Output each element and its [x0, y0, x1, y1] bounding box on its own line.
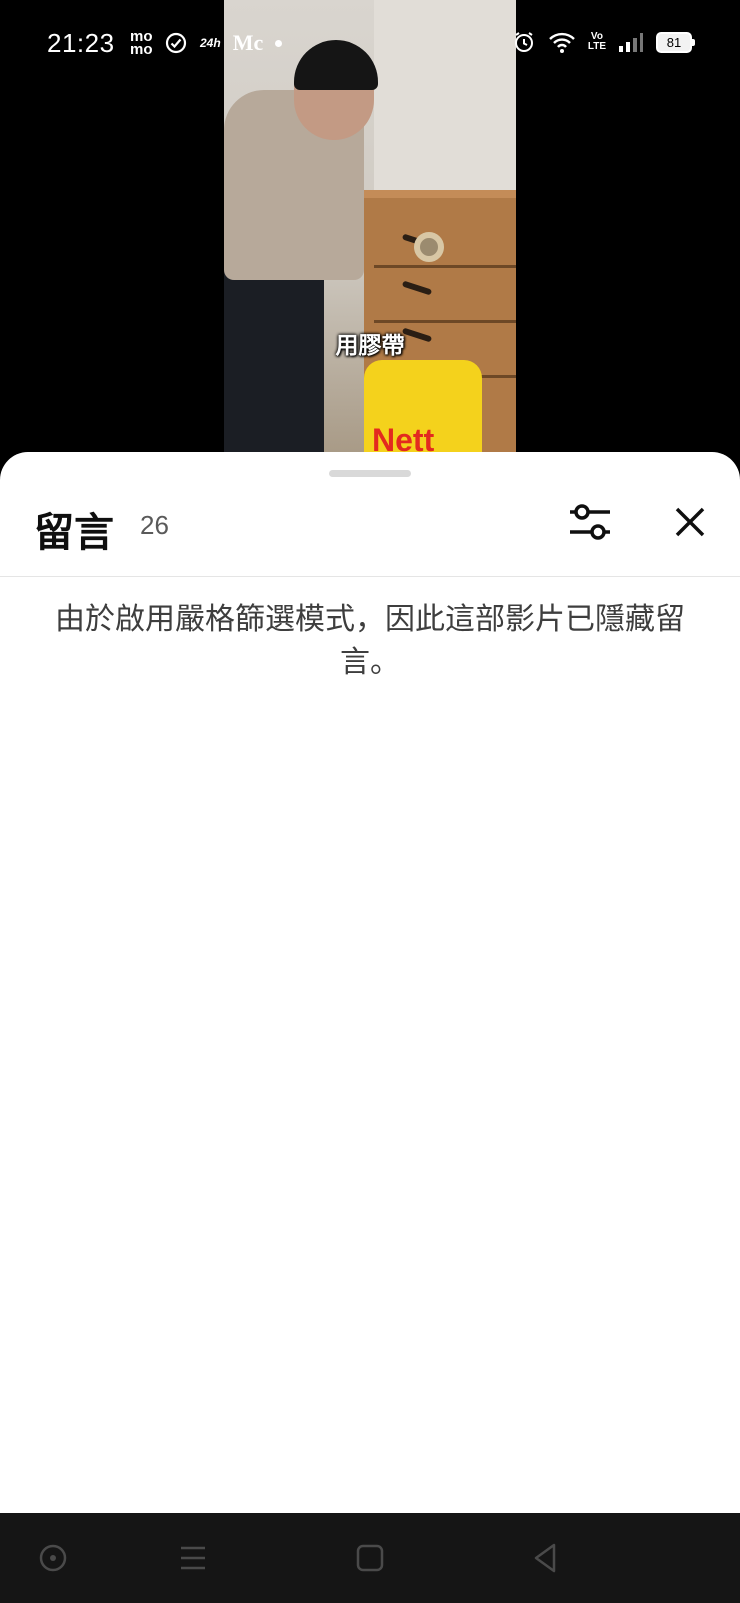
mc-app-icon: Mc: [232, 30, 264, 55]
sheet-title: 留言: [34, 510, 114, 556]
video-caption: 用膠帶: [335, 333, 405, 359]
notification-dot-icon: [275, 39, 283, 47]
sliders-icon: [570, 504, 610, 540]
video-drawer-line: [374, 265, 516, 268]
back-button[interactable]: [520, 1533, 570, 1583]
momo-app-icon: mo mo: [130, 28, 153, 58]
comments-sheet: 留言 26 由於啟用嚴格篩選模式，因此這部影片已隱藏留言。: [0, 452, 740, 1514]
assistant-icon: [39, 1544, 67, 1572]
battery-icon: 81: [656, 31, 695, 53]
close-icon: [675, 507, 705, 537]
status-time: 21:23: [47, 28, 115, 58]
recents-icon: [181, 1546, 205, 1570]
close-button[interactable]: [660, 492, 720, 552]
video-person-legs: [224, 270, 324, 455]
back-icon: [534, 1543, 556, 1573]
alarm-icon: [514, 32, 533, 52]
home-button[interactable]: [345, 1533, 395, 1583]
status-right-icons: Vo LTE 81: [512, 30, 695, 54]
check-circle-icon: [165, 32, 187, 54]
video-drawer-line: [374, 320, 516, 323]
status-bar: 21:23 mo mo 24h Mc Vo LTE 81: [0, 0, 740, 92]
video-bag-text: Nett: [372, 422, 435, 455]
assistant-button[interactable]: [28, 1533, 78, 1583]
comments-hidden-notice: 由於啟用嚴格篩選模式，因此這部影片已隱藏留言。: [55, 602, 685, 680]
wifi-icon: [548, 32, 575, 53]
volte-icon: Vo LTE: [587, 31, 606, 52]
status-left-icons: mo mo 24h Mc: [130, 28, 283, 58]
filter-button[interactable]: [560, 492, 620, 552]
sheet-divider: [0, 576, 740, 577]
video-tape-roll: [414, 232, 444, 262]
navigation-bar: [0, 1513, 740, 1603]
comment-count: 26: [140, 510, 169, 540]
24h-app-icon: 24h: [200, 36, 221, 50]
sheet-drag-handle[interactable]: [329, 470, 411, 477]
signal-icon: [619, 33, 643, 52]
recents-button[interactable]: [168, 1533, 218, 1583]
home-icon: [356, 1544, 384, 1572]
